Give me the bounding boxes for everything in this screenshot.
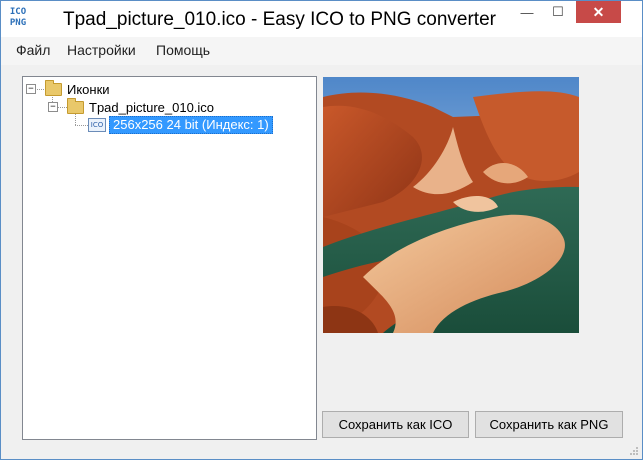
tree-node-file[interactable]: Tpad_picture_010.ico (67, 97, 215, 116)
maximize-button[interactable]: ☐ (542, 1, 574, 23)
canyon-landscape-picture (323, 77, 579, 333)
icon-preview-image (323, 77, 579, 333)
tree-connector (75, 125, 88, 126)
tree-node-label: Tpad_picture_010.ico (89, 99, 215, 115)
close-button[interactable]: ✕ (576, 1, 621, 23)
app-logo-icon: ICO PNG (9, 7, 27, 28)
menu-settings[interactable]: Настройки (67, 42, 136, 58)
close-icon: ✕ (592, 3, 605, 20)
save-as-ico-button[interactable]: Сохранить как ICO (322, 411, 469, 438)
tree-node-label-selected: 256x256 24 bit (Индекс: 1) (109, 116, 273, 134)
maximize-icon: ☐ (552, 4, 564, 19)
menu-file[interactable]: Файл (16, 42, 50, 58)
folder-icon (45, 79, 62, 96)
minimize-icon: — (520, 4, 534, 20)
ico-file-icon: ICO (88, 118, 106, 132)
tree-node-entry[interactable]: ICO 256x256 24 bit (Индекс: 1) (88, 116, 273, 134)
minimize-button[interactable]: — (511, 1, 543, 23)
menu-help[interactable]: Помощь (156, 42, 210, 58)
resize-grip-icon[interactable] (629, 446, 639, 456)
folder-open-icon (67, 97, 84, 114)
title-bar[interactable]: ICO PNG Tpad_picture_010.ico - Easy ICO … (1, 1, 642, 37)
app-window: ICO PNG Tpad_picture_010.ico - Easy ICO … (0, 0, 643, 460)
collapse-root-toggle[interactable]: − (26, 84, 36, 94)
collapse-file-toggle[interactable]: − (48, 102, 58, 112)
menu-bar: Файл Настройки Помощь (1, 37, 642, 65)
tree-connector (57, 107, 67, 108)
tree-node-icons[interactable]: Иконки (45, 79, 110, 98)
window-title: Tpad_picture_010.ico - Easy ICO to PNG c… (63, 9, 496, 30)
icon-tree-view[interactable]: − Иконки − Tpad_picture_010.ico ICO 256x… (22, 76, 317, 440)
tree-node-label: Иконки (67, 81, 110, 97)
save-as-png-button[interactable]: Сохранить как PNG (475, 411, 623, 438)
